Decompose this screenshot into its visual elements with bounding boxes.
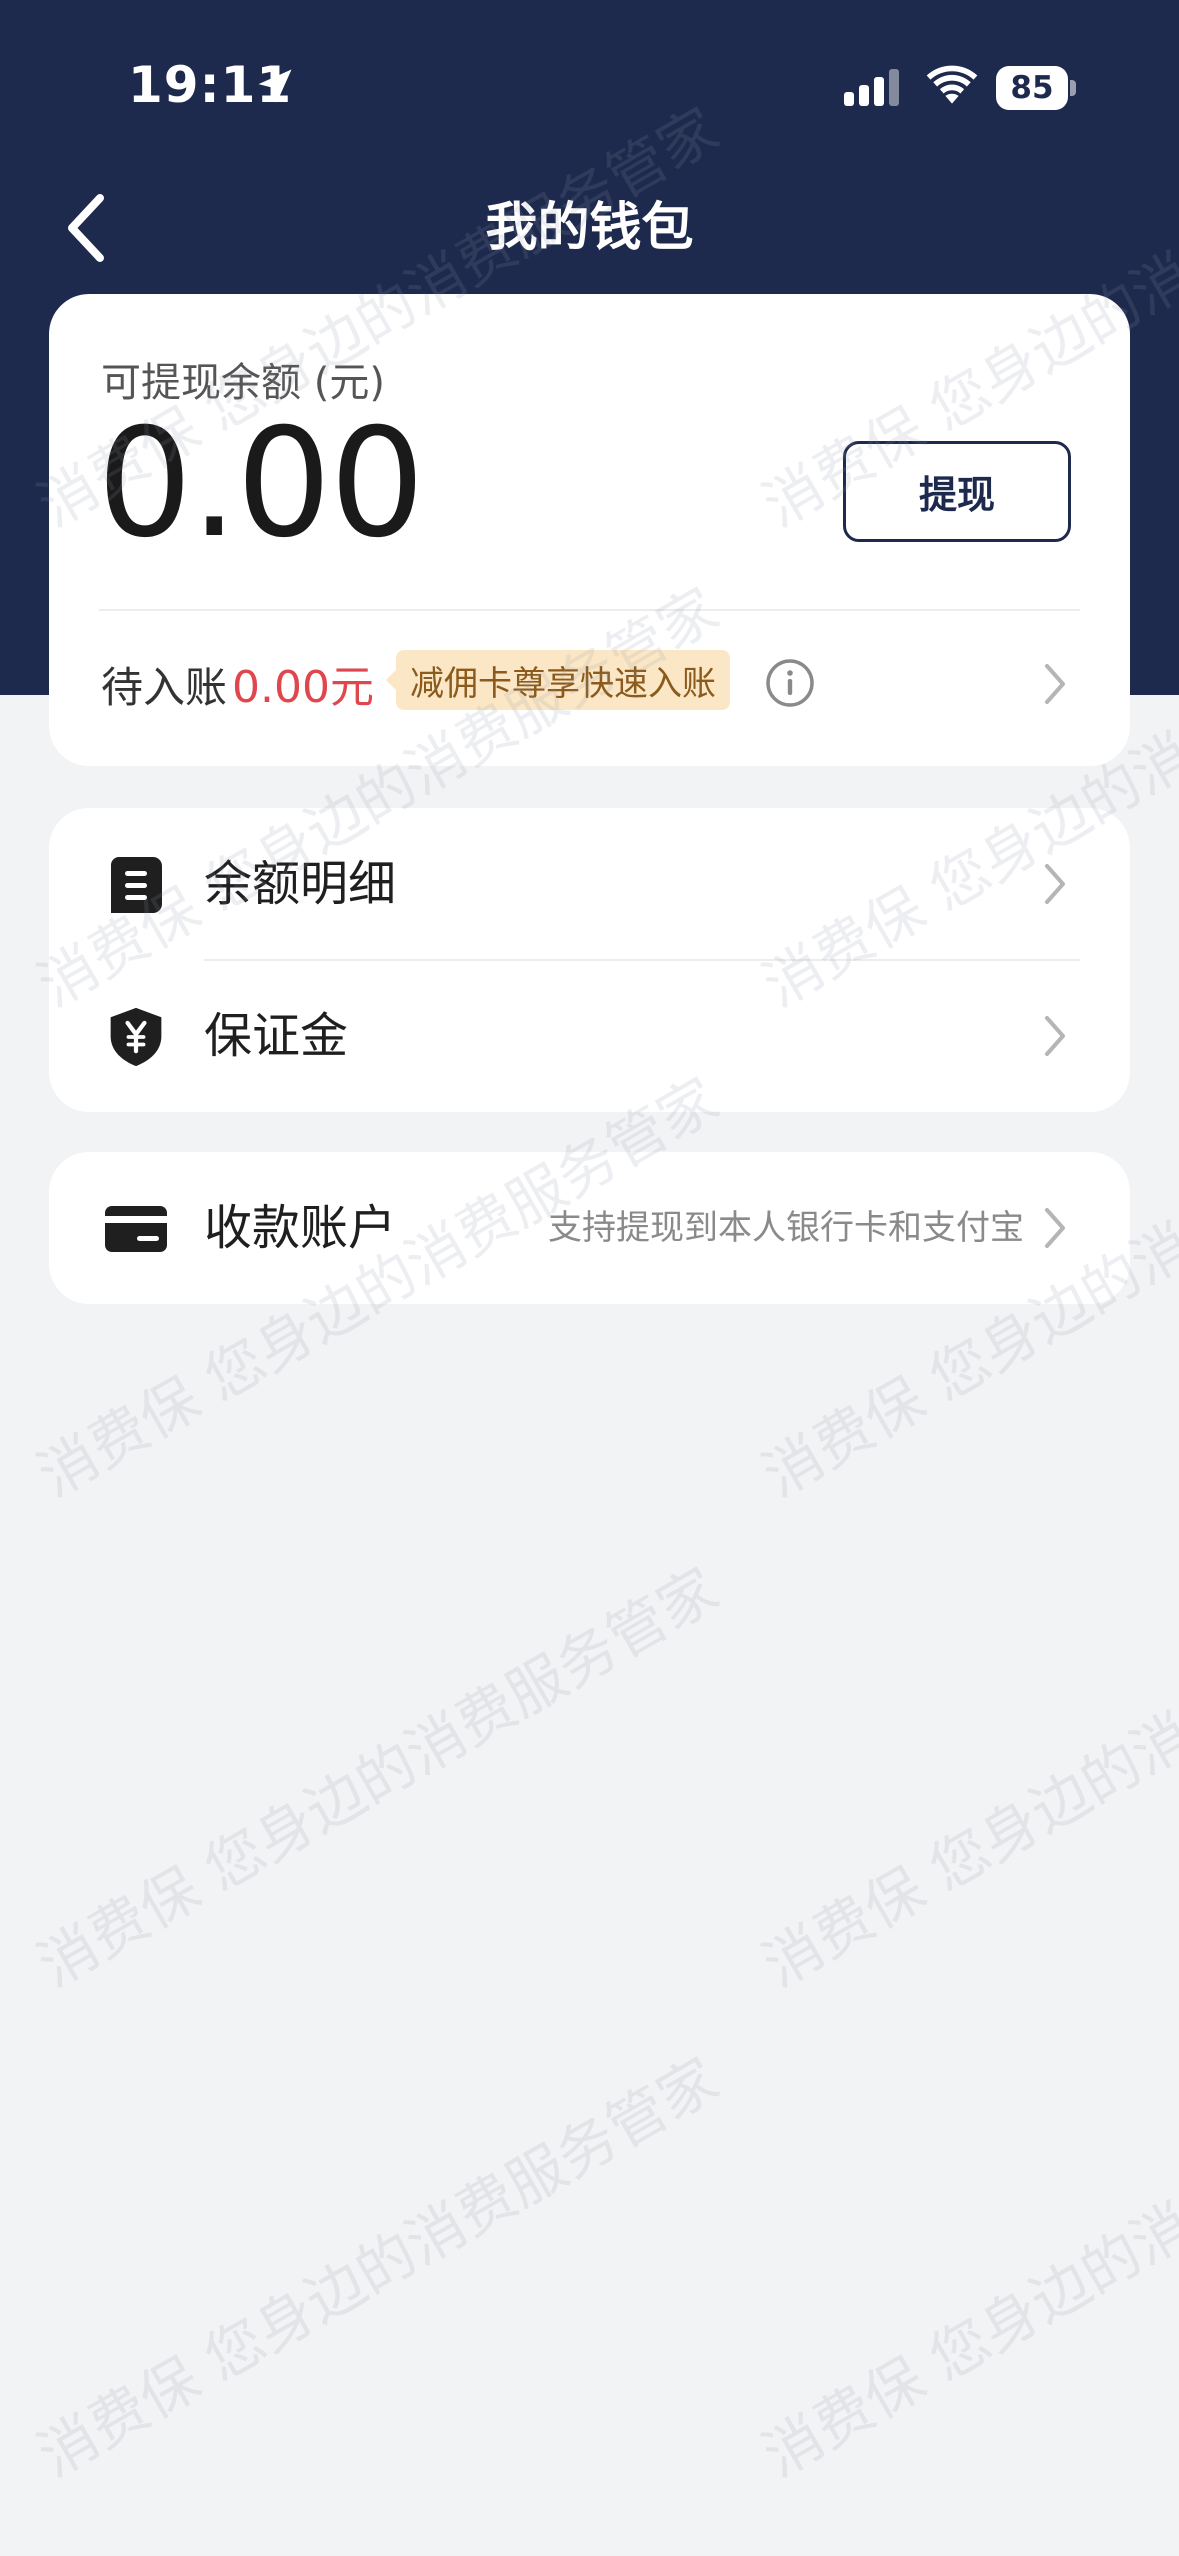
chevron-right-icon — [1045, 864, 1065, 904]
wifi-icon — [926, 65, 978, 104]
info-icon[interactable] — [765, 658, 815, 708]
pending-amount: 0.00元 — [232, 662, 374, 713]
payment-account-card: 收款账户 支持提现到本人银行卡和支付宝 — [49, 1152, 1130, 1304]
balance-divider — [99, 609, 1080, 611]
pending-label: 待入账 — [101, 663, 228, 712]
menu-item-deposit[interactable]: 保证金 — [49, 960, 1130, 1112]
withdrawable-balance-amount: 0.00 — [97, 397, 425, 571]
payment-account-hint: 支持提现到本人银行卡和支付宝 — [548, 1208, 1024, 1248]
document-icon — [111, 857, 162, 913]
promo-tag[interactable]: 减佣卡尊享快速入账 — [386, 650, 730, 710]
card-icon — [105, 1206, 167, 1252]
balance-card: 可提现余额 (元) 0.00 提现 待入账 0.00元 减佣卡尊享快速入账 — [49, 294, 1130, 766]
pending-balance-row[interactable]: 待入账 0.00元 减佣卡尊享快速入账 — [49, 612, 1130, 766]
wallet-menu-card: 余额明细 保证金 — [49, 808, 1130, 1112]
menu-item-label: 保证金 — [204, 1008, 349, 1064]
chevron-right-icon — [1045, 1208, 1065, 1248]
cellular-signal-icon — [844, 69, 899, 106]
watermark-text: 消费保 您身边的消费服务管家 — [751, 1555, 1179, 2001]
menu-item-label: 收款账户 — [204, 1200, 397, 1256]
menu-item-balance-details[interactable]: 余额明细 — [49, 808, 1130, 961]
watermark-text: 消费保 您身边的消费服务管家 — [26, 2045, 730, 2491]
chevron-right-icon — [1045, 1016, 1065, 1056]
menu-item-payment-account[interactable]: 收款账户 支持提现到本人银行卡和支付宝 — [49, 1152, 1130, 1304]
battery-cap — [1070, 80, 1076, 96]
withdraw-button[interactable]: 提现 — [843, 441, 1071, 542]
battery-indicator: 85 — [996, 66, 1076, 110]
shield-yuan-icon — [110, 1007, 162, 1067]
battery-level: 85 — [996, 66, 1068, 110]
chevron-right-icon — [1045, 664, 1065, 704]
location-arrow-icon — [258, 69, 292, 103]
watermark-text: 消费保 您身边的消费服务管家 — [26, 1555, 730, 2001]
status-bar: 19:11 85 — [0, 0, 1179, 160]
page-title: 我的钱包 — [485, 198, 694, 258]
menu-item-label: 余额明细 — [204, 856, 397, 912]
watermark-text: 消费保 您身边的消费服务管家 — [751, 2045, 1179, 2491]
